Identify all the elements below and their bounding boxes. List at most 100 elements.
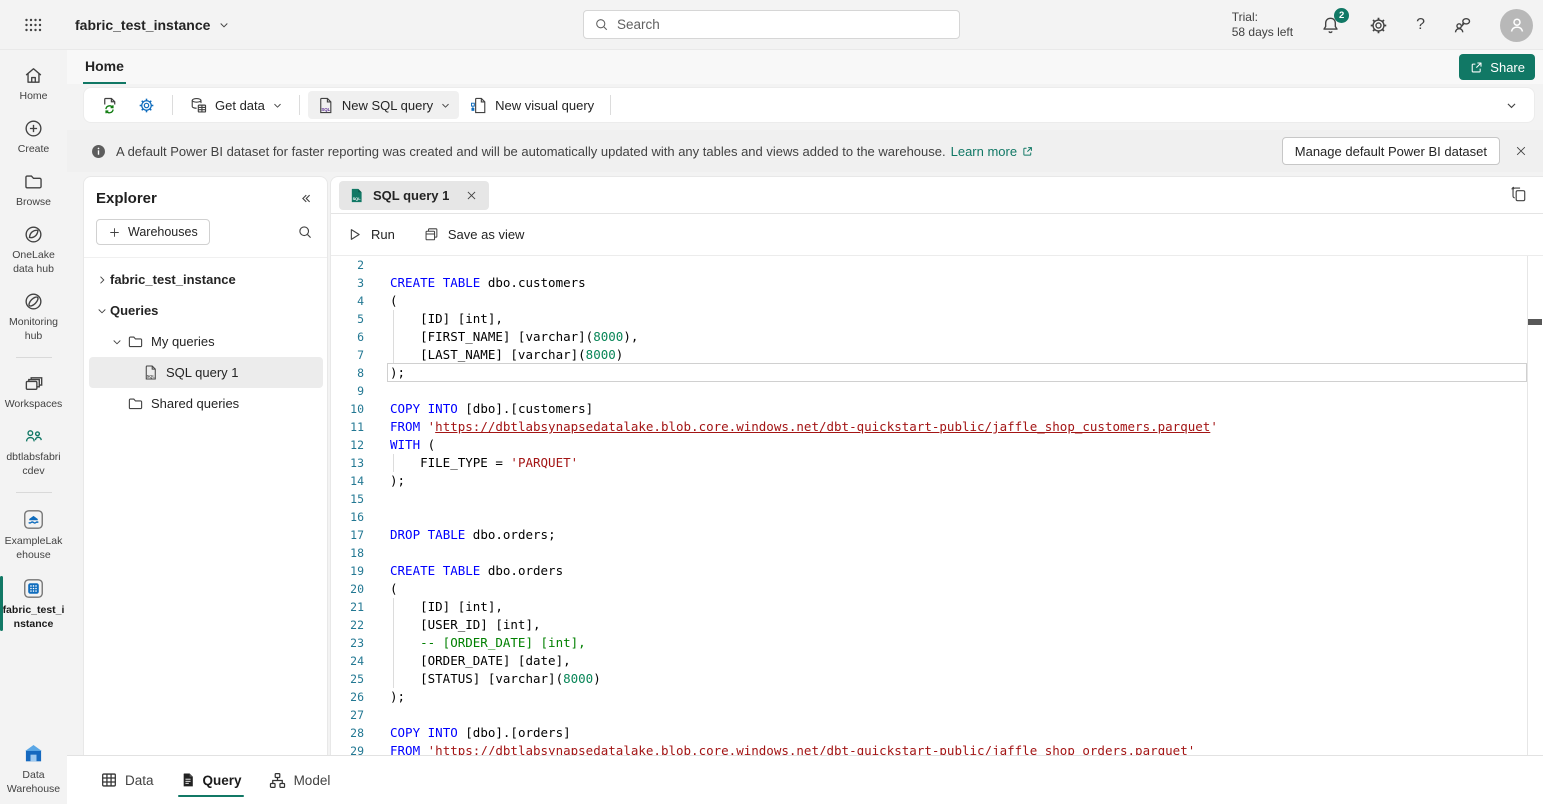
view-tab-data[interactable]: Data — [98, 756, 156, 804]
rail-item-onelake-data-hub[interactable]: OneLakedata hub — [0, 221, 67, 278]
code-token: COPY — [390, 725, 420, 740]
code-line-6[interactable]: 6 [FIRST_NAME] [varchar](8000), — [331, 328, 1543, 346]
notifications-button[interactable]: 2 — [1320, 15, 1341, 36]
code-token: -- [ORDER_DATE] [int], — [390, 635, 586, 650]
code-line-4[interactable]: 4( — [331, 292, 1543, 310]
code-line-29[interactable]: 29FROM 'https://dbtlabsynapsedatalake.bl… — [331, 742, 1543, 755]
line-number: 25 — [331, 670, 364, 688]
code-line-12[interactable]: 12WITH ( — [331, 436, 1543, 454]
line-number: 23 — [331, 634, 364, 652]
rail-item-label: cdev — [22, 465, 44, 478]
search-input[interactable] — [617, 17, 949, 32]
line-number: 9 — [331, 382, 364, 400]
save-as-view-button[interactable]: Save as view — [423, 226, 525, 243]
code-line-14[interactable]: 14); — [331, 472, 1543, 490]
code-line-13[interactable]: 13 FILE_TYPE = 'PARQUET' — [331, 454, 1543, 472]
explorer-search-button[interactable] — [297, 224, 313, 240]
code-line-15[interactable]: 15 — [331, 490, 1543, 508]
code-line-16[interactable]: 16 — [331, 508, 1543, 526]
toolbar-expand-button[interactable] — [1505, 99, 1518, 112]
sql-code-editor[interactable]: 23CREATE TABLE dbo.customers4(5 [ID] [in… — [331, 256, 1543, 755]
tree-expand-chevron[interactable] — [94, 274, 110, 286]
tab-home[interactable]: Home — [83, 50, 126, 84]
code-token: 'PARQUET' — [510, 455, 578, 470]
chevron-down-icon — [272, 100, 283, 111]
code-line-25[interactable]: 25 [STATUS] [varchar](8000) — [331, 670, 1543, 688]
rail-item-browse[interactable]: Browse — [0, 168, 67, 211]
people-icon — [23, 426, 44, 447]
explorer-tree: fabric_test_instanceQueriesMy queriesSQL… — [84, 264, 327, 419]
code-line-11[interactable]: 11FROM 'https://dbtlabsynapsedatalake.bl… — [331, 418, 1543, 436]
tab-sql-query-1[interactable]: SQL SQL query 1 — [339, 181, 489, 210]
editor-scrollbar-thumb[interactable] — [1528, 319, 1542, 325]
rail-item-create[interactable]: Create — [0, 115, 67, 158]
line-number: 24 — [331, 652, 364, 670]
global-search[interactable] — [583, 10, 960, 39]
tree-item-my-queries[interactable]: My queries — [84, 326, 327, 357]
code-line-9[interactable]: 9 — [331, 382, 1543, 400]
feedback-button[interactable] — [1452, 15, 1473, 36]
account-avatar[interactable] — [1500, 9, 1533, 42]
rail-item-monitoring-hub[interactable]: Monitoringhub — [0, 288, 67, 345]
rail-item-label: fabric_test_i — [3, 604, 65, 617]
banner-close-button[interactable] — [1514, 144, 1528, 158]
code-line-5[interactable]: 5 [ID] [int], — [331, 310, 1543, 328]
new-warehouse-button[interactable]: Warehouses — [96, 219, 210, 245]
tree-item-shared-queries[interactable]: Shared queries — [84, 388, 327, 419]
code-line-26[interactable]: 26); — [331, 688, 1543, 706]
code-line-23[interactable]: 23 -- [ORDER_DATE] [int], — [331, 634, 1543, 652]
code-line-27[interactable]: 27 — [331, 706, 1543, 724]
code-line-17[interactable]: 17DROP TABLE dbo.orders; — [331, 526, 1543, 544]
new-sql-query-button[interactable]: SQL New SQL query — [308, 91, 459, 119]
run-button[interactable]: Run — [346, 226, 395, 243]
warehouse-blue-icon — [22, 742, 45, 765]
share-button[interactable]: Share — [1459, 54, 1535, 80]
help-button[interactable]: ? — [1416, 16, 1425, 34]
app-launcher-button[interactable] — [0, 15, 66, 35]
workspace-switcher[interactable]: fabric_test_instance — [75, 17, 230, 33]
code-line-24[interactable]: 24 [ORDER_DATE] [date], — [331, 652, 1543, 670]
code-line-7[interactable]: 7 [LAST_NAME] [varchar](8000) — [331, 346, 1543, 364]
learn-more-link[interactable]: Learn more — [951, 144, 1034, 159]
code-line-18[interactable]: 18 — [331, 544, 1543, 562]
code-line-19[interactable]: 19CREATE TABLE dbo.orders — [331, 562, 1543, 580]
collapse-panel-button[interactable] — [298, 191, 313, 206]
query-settings-button[interactable] — [129, 91, 164, 119]
visual-query-document-icon — [469, 96, 488, 115]
refresh-dataset-button[interactable] — [92, 91, 127, 119]
code-token: ' — [1188, 743, 1196, 755]
view-tab-query[interactable]: Query — [178, 756, 244, 804]
tree-item-queries[interactable]: Queries — [84, 295, 327, 326]
code-token: ( — [390, 581, 398, 596]
tree-item-sql-query-1[interactable]: SQLSQL query 1 — [89, 357, 323, 388]
rail-item-workspaces[interactable]: Workspaces — [0, 370, 67, 413]
code-line-22[interactable]: 22 [USER_ID] [int], — [331, 616, 1543, 634]
code-token: ( — [390, 293, 398, 308]
chevron-down-icon — [440, 100, 451, 111]
chevron-down-icon — [218, 19, 230, 31]
rail-item-label: dbtlabsfabri — [6, 451, 60, 464]
code-line-28[interactable]: 28COPY INTO [dbo].[orders] — [331, 724, 1543, 742]
new-visual-query-button[interactable]: New visual query — [461, 91, 602, 119]
manage-default-dataset-button[interactable]: Manage default Power BI dataset — [1282, 137, 1500, 165]
code-line-21[interactable]: 21 [ID] [int], — [331, 598, 1543, 616]
get-data-button[interactable]: Get data — [181, 91, 291, 119]
tree-expand-chevron[interactable] — [109, 336, 125, 348]
tab-close-button[interactable] — [463, 187, 480, 204]
tree-item-fabric-test-instance[interactable]: fabric_test_instance — [84, 264, 327, 295]
copy-button[interactable] — [1510, 185, 1529, 204]
code-line-20[interactable]: 20( — [331, 580, 1543, 598]
settings-button[interactable] — [1368, 15, 1389, 36]
view-tab-model[interactable]: Model — [266, 756, 333, 804]
rail-item-fabric-test-instance[interactable]: fabric_test_instance — [0, 574, 67, 633]
code-line-10[interactable]: 10COPY INTO [dbo].[customers] — [331, 400, 1543, 418]
onelake-icon — [23, 224, 44, 245]
rail-item-home[interactable]: Home — [0, 62, 67, 105]
rail-item-data-warehouse[interactable]: DataWarehouse — [0, 739, 67, 798]
rail-item-dbtlabsfabricdev[interactable]: dbtlabsfabricdev — [0, 423, 67, 480]
tree-expand-chevron[interactable] — [94, 305, 110, 317]
rail-item-examplelakehouse[interactable]: ExampleLakehouse — [0, 505, 67, 564]
code-line-3[interactable]: 3CREATE TABLE dbo.customers — [331, 274, 1543, 292]
code-line-8[interactable]: 8); — [331, 364, 1543, 382]
code-line-2[interactable]: 2 — [331, 256, 1543, 274]
